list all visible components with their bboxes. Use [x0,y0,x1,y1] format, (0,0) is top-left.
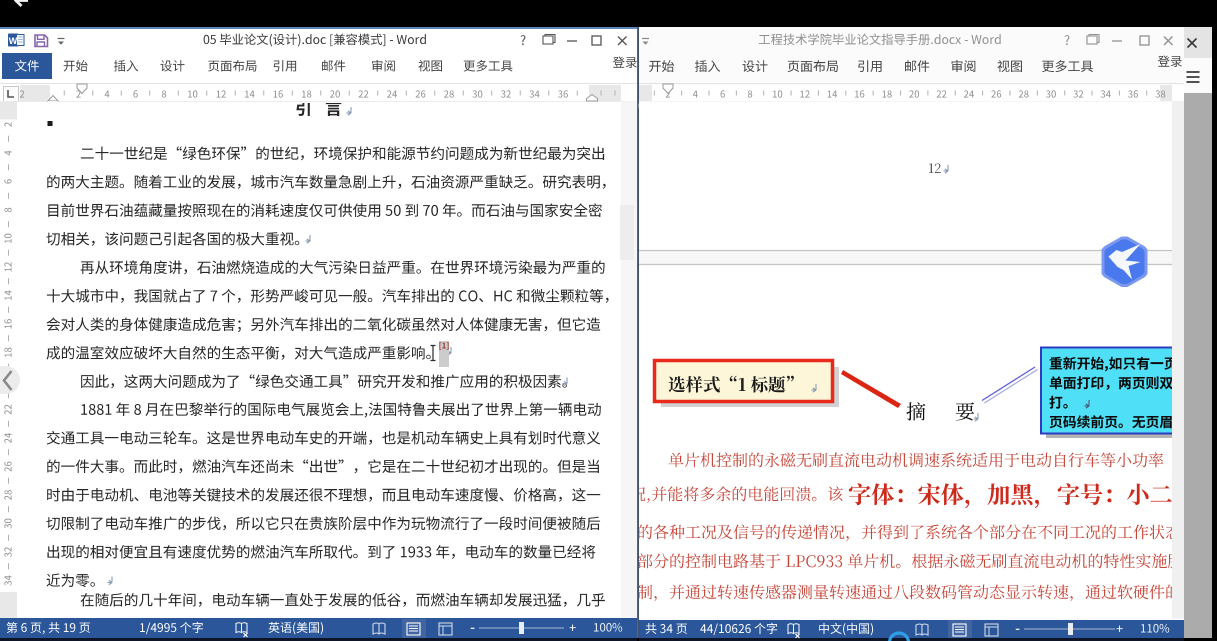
svg-text:W: W [9,36,18,46]
